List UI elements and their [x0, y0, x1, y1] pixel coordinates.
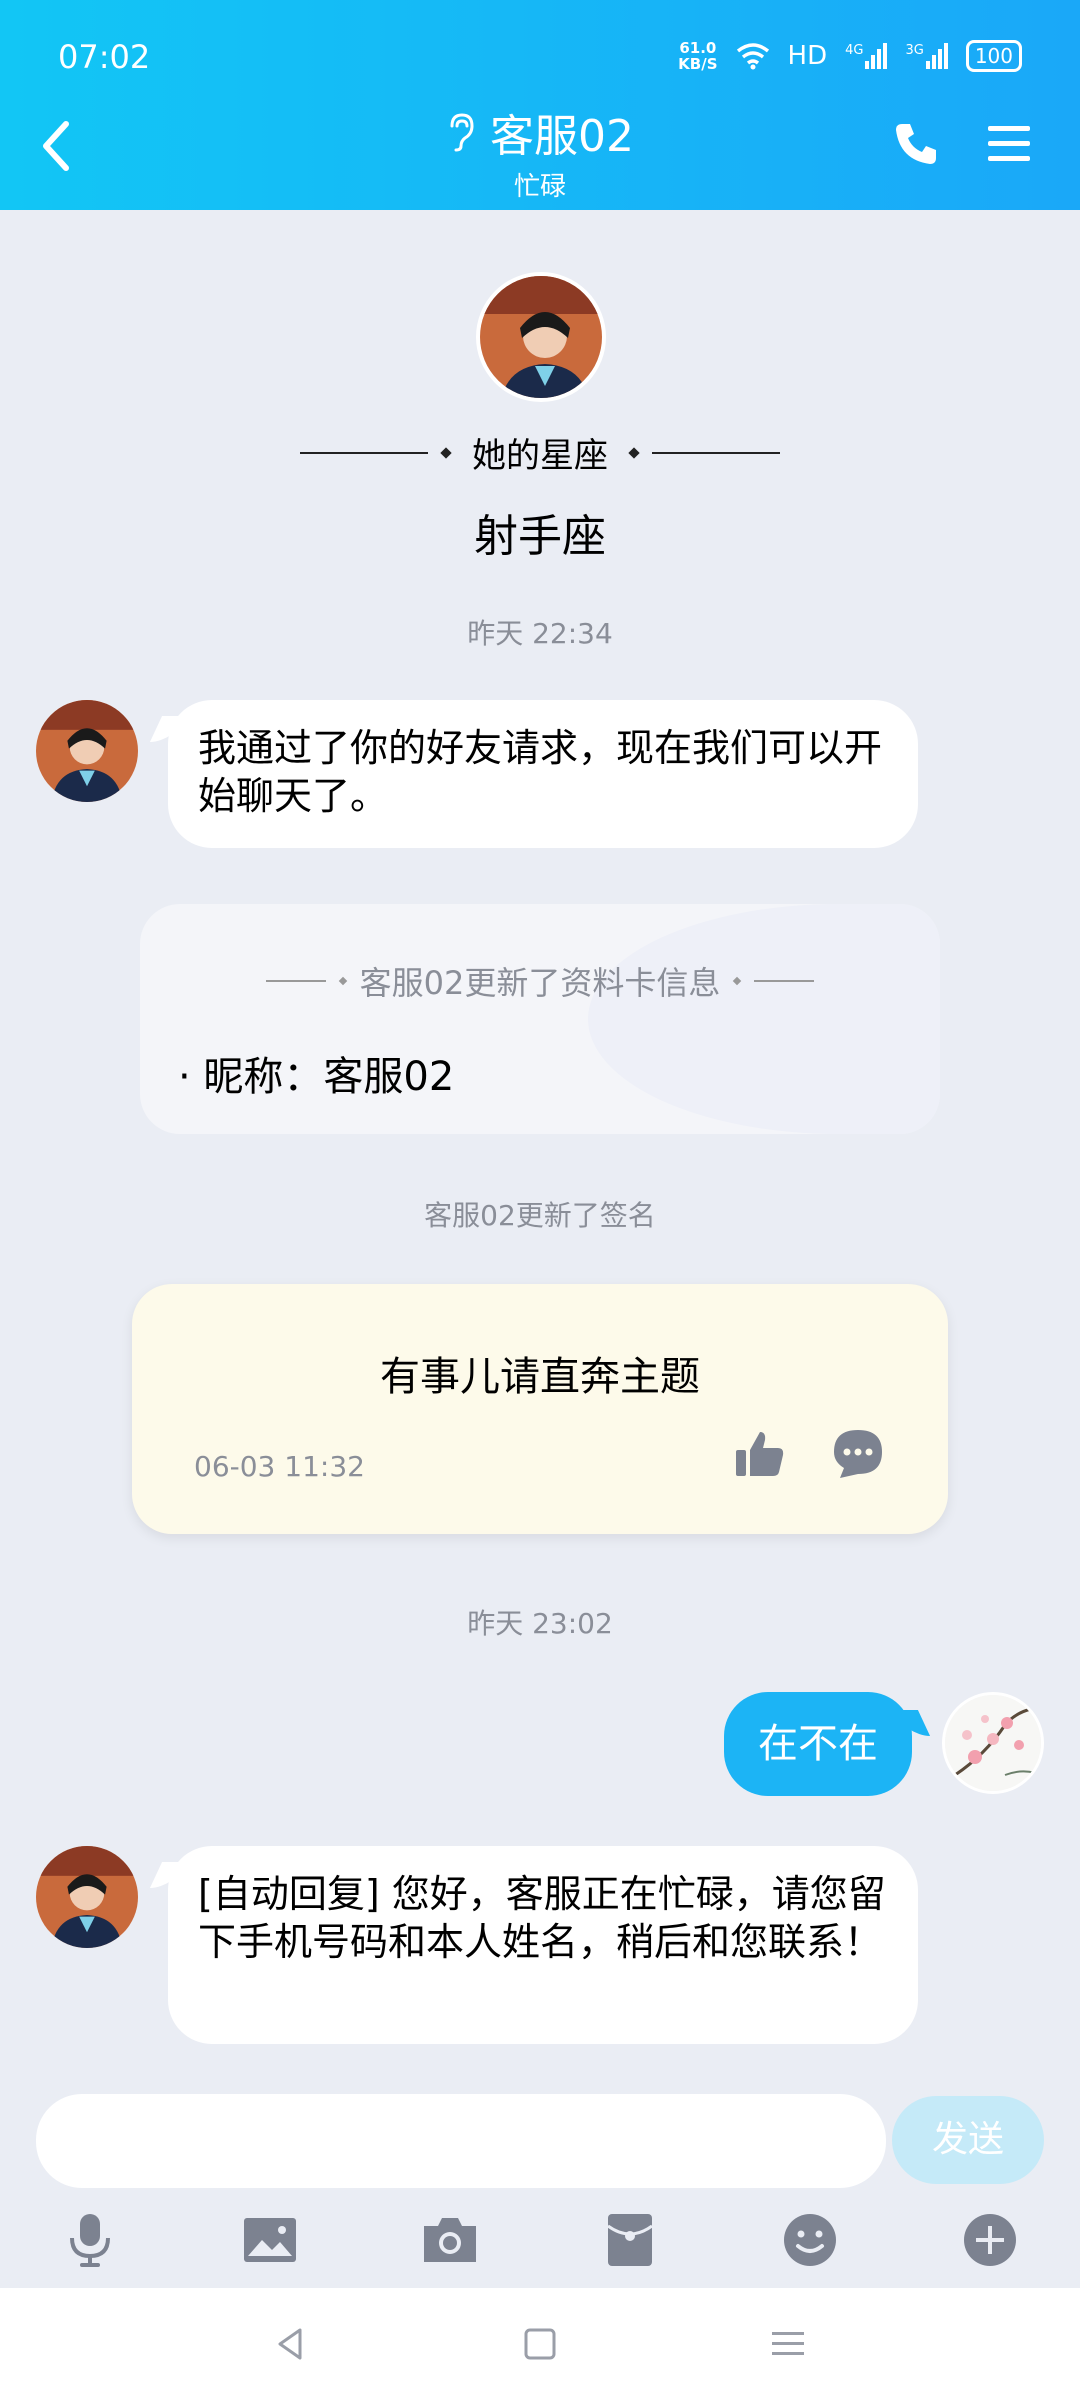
menu-icon[interactable] — [984, 118, 1034, 168]
sender-avatar[interactable] — [36, 700, 138, 802]
constellation-label: 她的星座 — [472, 436, 608, 476]
signature-date: 06-03 11:32 — [194, 1450, 365, 1483]
net-speed-unit: KB/S — [678, 55, 718, 73]
profile-update-nickname: · 昵称：客服02 — [178, 1054, 455, 1100]
signature-text: 有事儿请直奔主题 — [380, 1354, 700, 1400]
constellation-divider: 她的星座 — [0, 428, 1080, 477]
signal-4g-label: 4G — [845, 43, 864, 58]
divider-line — [300, 451, 428, 454]
wifi-icon — [736, 43, 769, 70]
agent-avatar-image — [36, 1846, 138, 1948]
camera-icon[interactable] — [420, 2210, 480, 2270]
input-toolbar — [0, 2196, 1080, 2280]
system-nav-bar — [0, 2288, 1080, 2400]
signal-3g-label: 3G — [905, 43, 924, 58]
net-speed: 61.0 KB/S — [678, 40, 717, 72]
message-timestamp: 昨天 22:34 — [467, 617, 613, 650]
plus-icon[interactable] — [960, 2210, 1020, 2270]
emoji-icon[interactable] — [780, 2210, 840, 2270]
divider-line — [265, 980, 326, 982]
profile-update-card[interactable]: 客服02更新了资料卡信息 · 昵称：客服02 — [140, 904, 940, 1134]
chat-title: 客服02 — [490, 111, 634, 162]
image-icon[interactable] — [240, 2210, 300, 2270]
card-decoration — [588, 904, 940, 1134]
red-packet-icon[interactable] — [600, 2210, 660, 2270]
chat-status: 忙碌 — [513, 172, 566, 202]
status-time: 07:02 — [58, 38, 151, 76]
nav-home-icon[interactable] — [518, 2322, 562, 2366]
divider-diamond — [440, 446, 452, 459]
sender-avatar[interactable] — [36, 1846, 138, 1948]
phone-icon[interactable] — [892, 118, 942, 168]
divider-line — [652, 451, 780, 454]
profile-update-title: 客服02更新了资料卡信息 — [359, 964, 721, 1002]
battery-indicator: 100 — [965, 40, 1022, 72]
message-timestamp: 昨天 23:02 — [467, 1607, 613, 1640]
incoming-message[interactable]: [自动回复] 您好，客服正在忙碌，请您留下手机号码和本人姓名，稍后和您联系！ — [168, 1846, 918, 2044]
signal-3g: 3G — [905, 43, 948, 69]
my-avatar[interactable] — [942, 1692, 1044, 1794]
signal-4g: 4G — [845, 43, 888, 69]
nav-recents-icon[interactable] — [766, 2322, 810, 2366]
plum-blossom-avatar-image — [945, 1695, 1041, 1791]
mic-icon[interactable] — [60, 2210, 120, 2270]
divider-line — [754, 980, 815, 982]
message-input[interactable] — [36, 2094, 886, 2188]
profile-update-title-row: 客服02更新了资料卡信息 — [140, 958, 940, 1004]
divider-diamond — [338, 976, 347, 986]
ear-icon — [450, 113, 474, 152]
send-button[interactable]: 发送 — [892, 2096, 1044, 2184]
thumbs-up-icon[interactable] — [732, 1426, 788, 1482]
outgoing-message[interactable]: 在不在 — [724, 1692, 912, 1796]
chat-header: 07:02 61.0 KB/S HD 4G 3G 100 客服02 忙碌 — [0, 0, 1080, 210]
divider-diamond — [733, 976, 742, 986]
status-icons: 61.0 KB/S HD 4G 3G 100 — [678, 36, 1022, 76]
comment-icon[interactable] — [830, 1426, 886, 1482]
agent-avatar-image — [36, 700, 138, 802]
nav-back-icon[interactable] — [268, 2322, 312, 2366]
net-speed-value: 61.0 — [679, 39, 717, 57]
contact-avatar-large[interactable] — [476, 272, 606, 402]
hd-label: HD — [787, 41, 828, 71]
signature-card[interactable]: 有事儿请直奔主题 06-03 11:32 — [132, 1284, 948, 1534]
constellation-value: 射手座 — [474, 511, 606, 562]
incoming-message[interactable]: 我通过了你的好友请求，现在我们可以开始聊天了。 — [168, 700, 918, 848]
agent-avatar-image — [480, 276, 602, 398]
signature-notice: 客服02更新了签名 — [424, 1199, 656, 1232]
divider-diamond — [628, 446, 640, 459]
